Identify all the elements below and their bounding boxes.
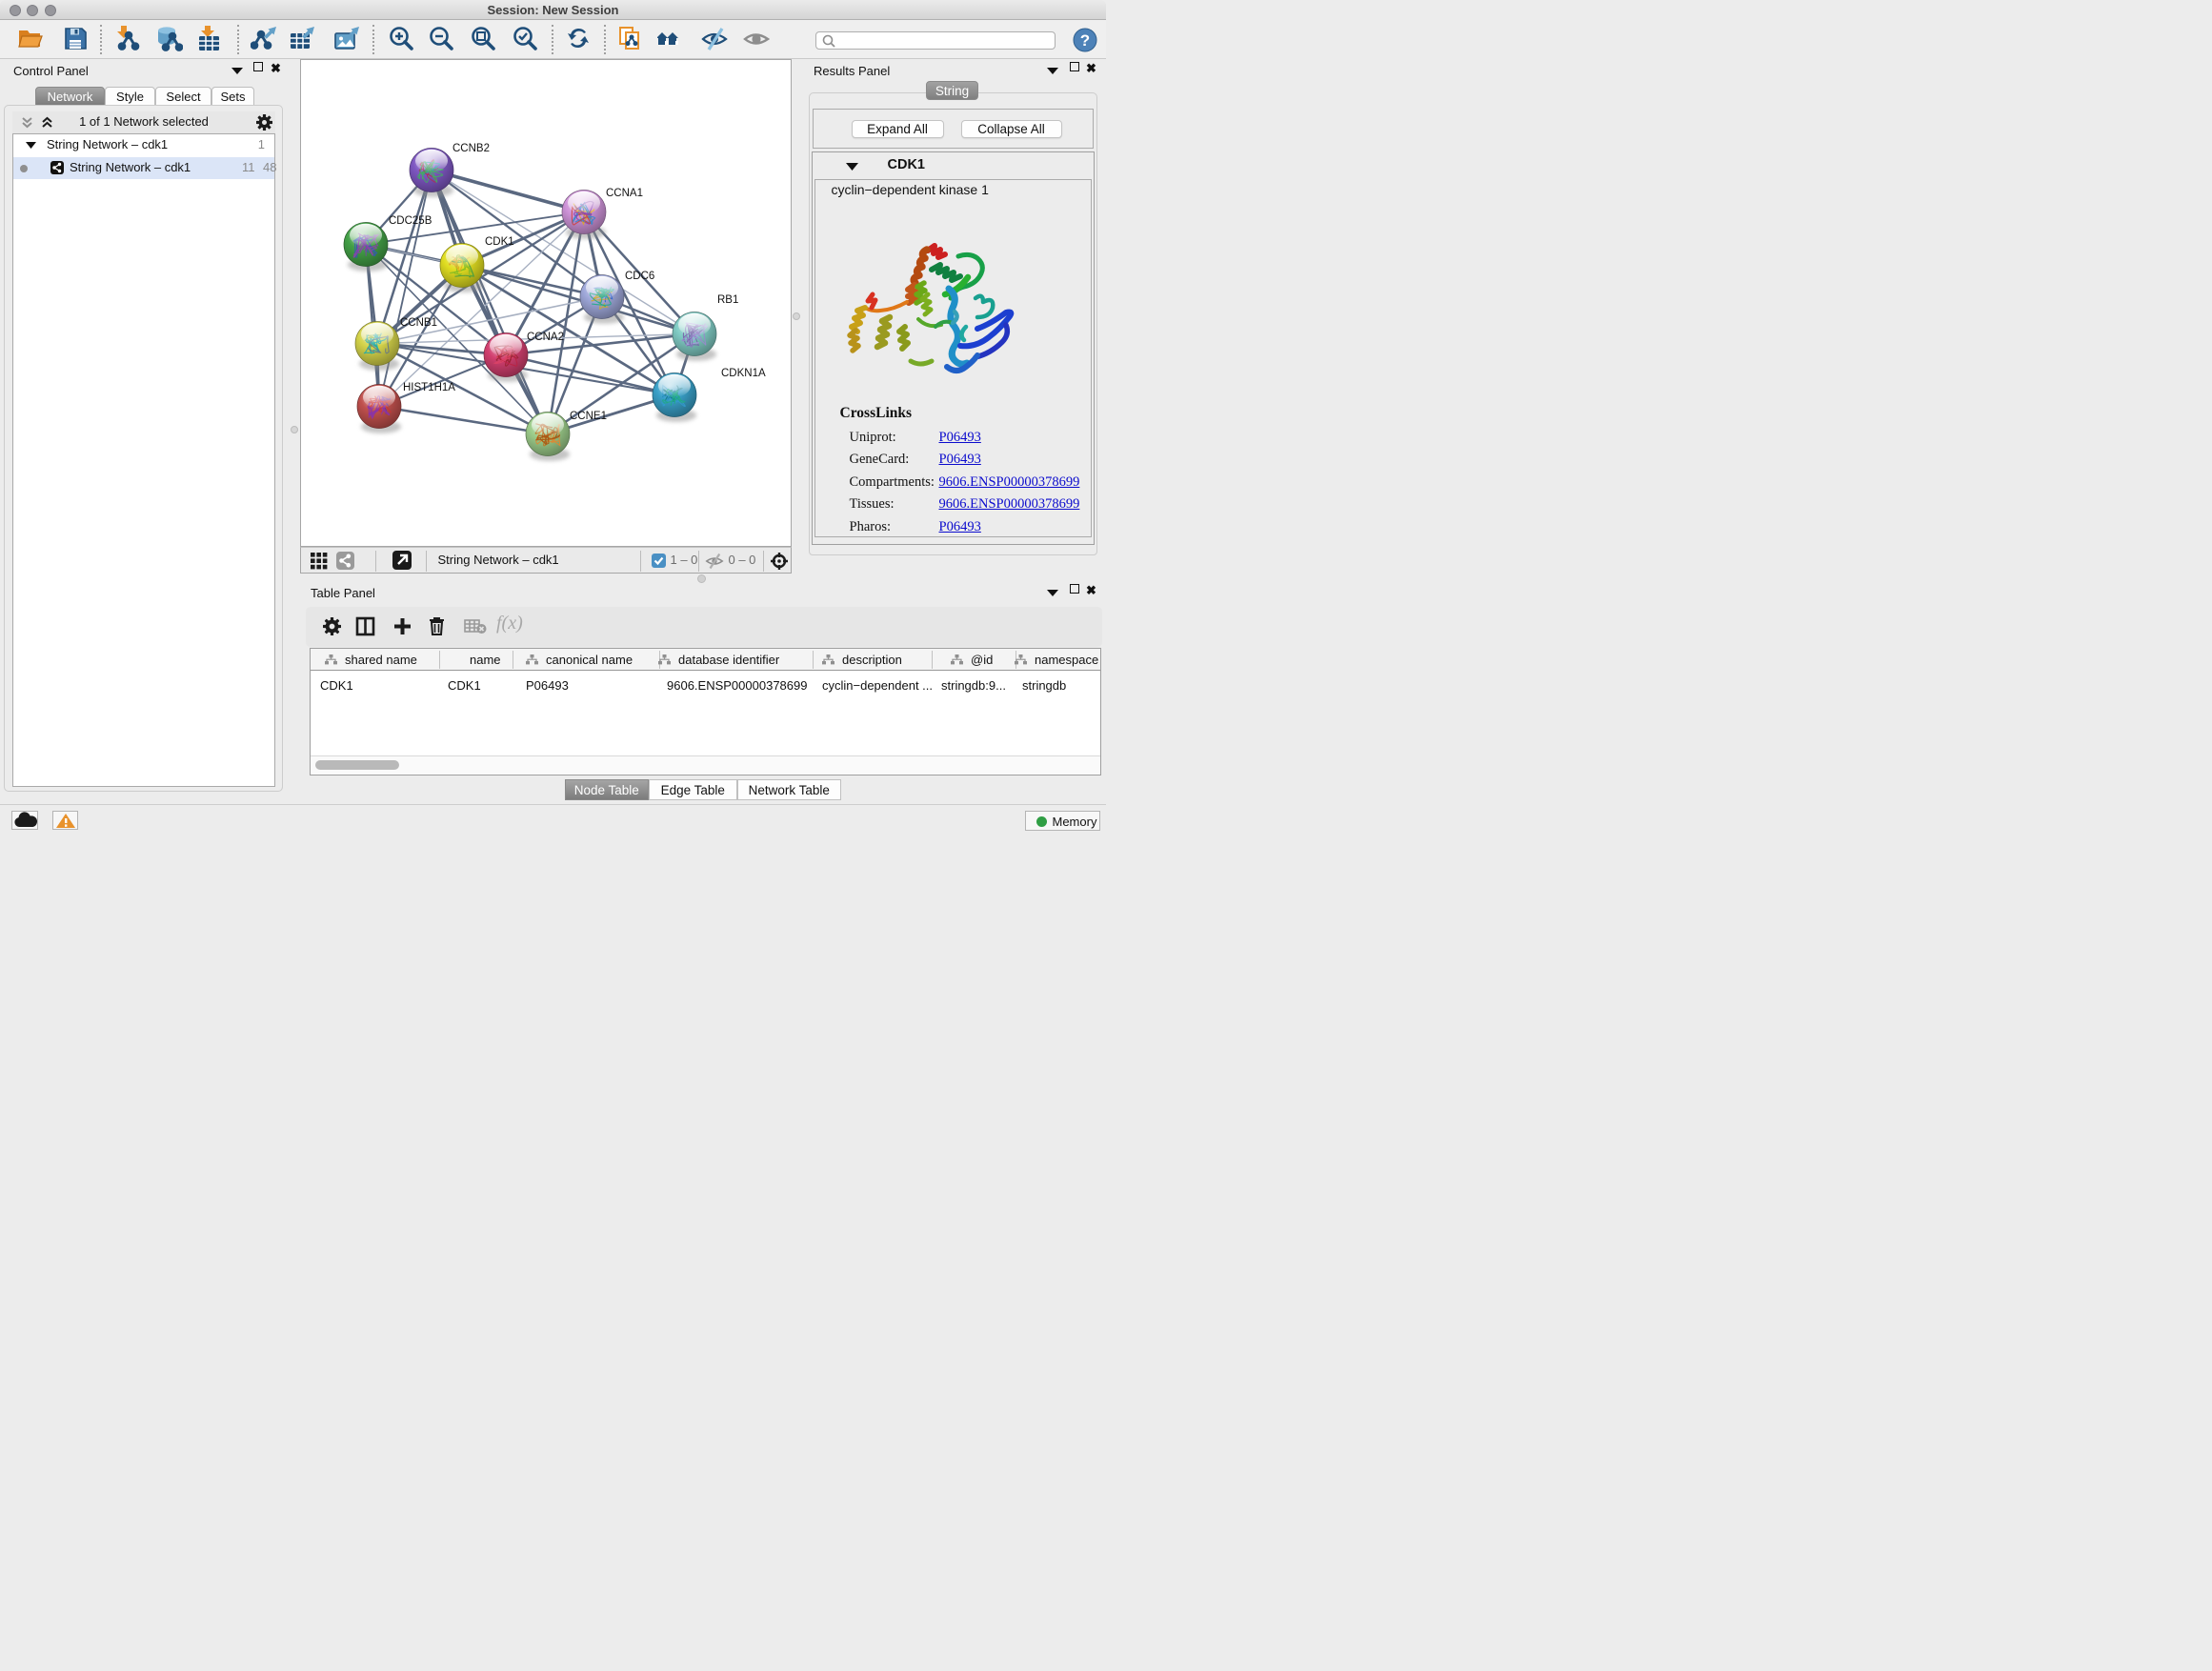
- svg-text:CDK1: CDK1: [485, 236, 514, 248]
- svg-text:CCNA2: CCNA2: [527, 332, 564, 343]
- svg-text:CDKN1A: CDKN1A: [721, 368, 766, 379]
- svg-text:HIST1H1A: HIST1H1A: [403, 382, 455, 393]
- svg-text:CCNE1: CCNE1: [570, 411, 607, 422]
- svg-text:CCNA1: CCNA1: [606, 188, 643, 199]
- svg-text:?: ?: [1080, 31, 1090, 50]
- svg-text:CDC6: CDC6: [625, 271, 654, 282]
- svg-text:CCNB1: CCNB1: [400, 317, 437, 329]
- svg-text:CCNB2: CCNB2: [452, 143, 490, 154]
- svg-text:CDC25B: CDC25B: [389, 215, 432, 227]
- svg-text:RB1: RB1: [717, 294, 738, 306]
